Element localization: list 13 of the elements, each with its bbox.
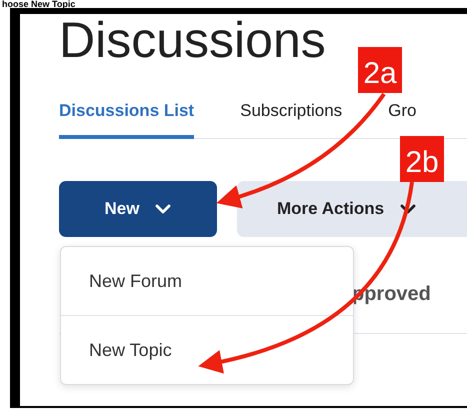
tab[interactable]: Gro [388,101,417,139]
tab[interactable]: Subscriptions [240,101,342,139]
new-button[interactable]: New [59,181,217,237]
step-label: 2a [358,47,402,93]
menu-item[interactable]: New Topic [61,315,353,384]
step-label: 2b [400,136,444,182]
tab[interactable]: Discussions List [59,101,194,139]
chevron-down-icon [155,204,172,214]
caption-text: hoose New Topic [1,0,76,8]
page-title: Discussions [59,14,327,70]
menu-item[interactable]: New Forum [61,247,353,315]
chevron-down-icon [400,204,416,214]
more-actions-button[interactable]: More Actions [237,181,467,237]
